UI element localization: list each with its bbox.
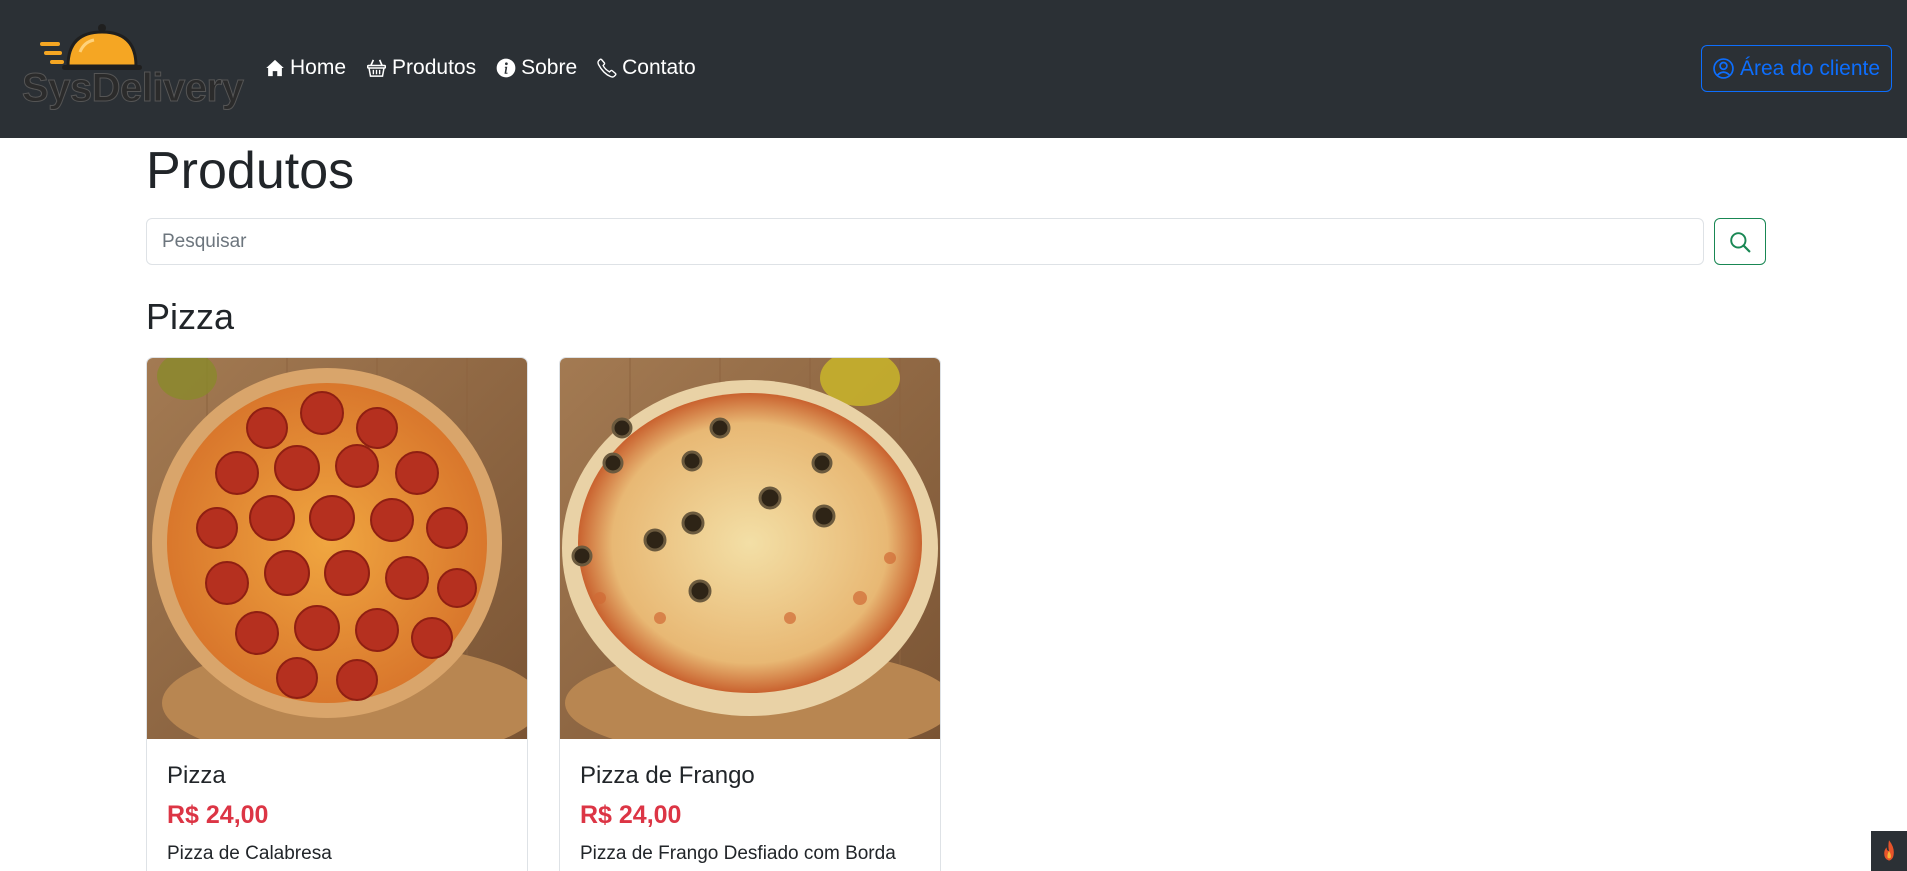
info-circle-icon	[496, 58, 516, 78]
basket-icon	[367, 59, 387, 77]
brand-logo[interactable]: SysDelivery	[21, 22, 244, 117]
nav-sobre[interactable]: Sobre	[496, 56, 577, 80]
nav-produtos-label: Produtos	[392, 56, 477, 79]
phone-icon	[597, 58, 617, 78]
product-card[interactable]: Pizza R$ 24,00 Pizza de Calabresa	[146, 357, 528, 871]
product-description: Pizza de Frango Desfiado com Borda	[580, 843, 896, 864]
person-circle-icon	[1713, 58, 1734, 79]
product-card-body: Pizza R$ 24,00 Pizza de Calabresa	[147, 739, 527, 871]
house-icon	[266, 59, 284, 77]
search-button[interactable]	[1714, 218, 1766, 265]
product-price: R$ 24,00	[580, 801, 682, 829]
product-card[interactable]: Pizza de Frango R$ 24,00 Pizza de Frango…	[559, 357, 941, 871]
product-description: Pizza de Calabresa	[167, 843, 332, 864]
nav-produtos[interactable]: Produtos	[366, 56, 476, 80]
product-price: R$ 24,00	[167, 801, 269, 829]
client-area-button[interactable]: Área do cliente	[1701, 45, 1892, 92]
nav-contato-label: Contato	[622, 56, 696, 79]
product-card-body: Pizza de Frango R$ 24,00 Pizza de Frango…	[560, 739, 940, 871]
nav-sobre-label: Sobre	[521, 56, 578, 79]
navbar: SysDelivery Home Produtos Sobre Contato …	[0, 0, 1907, 138]
brand-name: SysDelivery	[21, 66, 244, 110]
nav-contato[interactable]: Contato	[597, 56, 696, 80]
flame-icon	[1884, 840, 1894, 861]
debug-toolbar-toggle[interactable]	[1871, 831, 1907, 871]
category-title: Pizza	[146, 296, 235, 337]
client-area-label: Área do cliente	[1739, 56, 1881, 80]
nav-home[interactable]: Home	[265, 56, 346, 80]
page-title: Produtos	[146, 142, 355, 200]
product-image-chicken-pizza	[560, 358, 940, 739]
search-icon	[1730, 231, 1751, 252]
search-input[interactable]	[146, 218, 1704, 265]
product-name: Pizza de Frango	[580, 762, 755, 789]
product-image-pepperoni-pizza	[147, 358, 527, 739]
product-name: Pizza	[167, 762, 226, 789]
main-nav: Home Produtos Sobre Contato	[265, 56, 696, 80]
nav-home-label: Home	[290, 56, 347, 79]
